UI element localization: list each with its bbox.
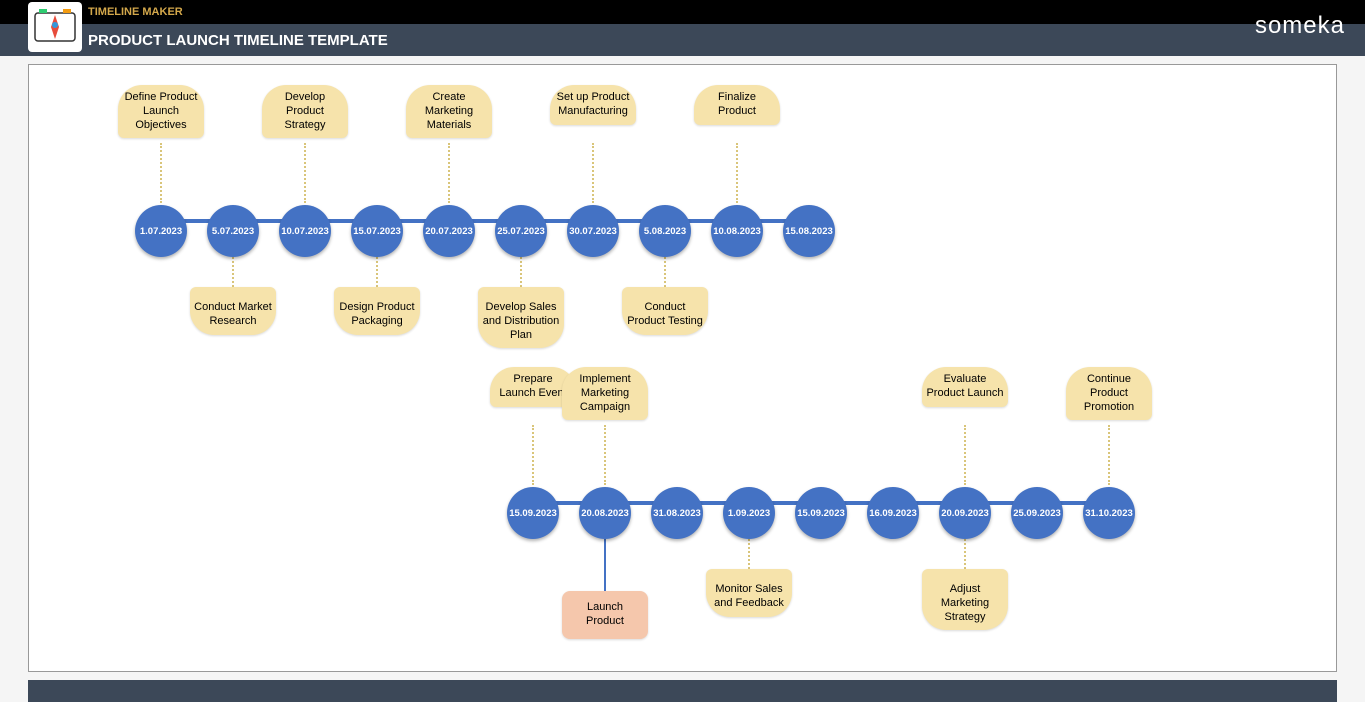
callout-bottom[interactable]: Conduct Product Testing [622,287,708,335]
footer-bar [28,680,1337,702]
timeline-node[interactable]: 31.08.2023 [651,487,703,539]
callout-launch[interactable]: Launch Product [562,591,648,639]
timeline-node[interactable]: 30.07.2023 [567,205,619,257]
callout-bottom[interactable]: Develop Sales and Distribution Plan [478,287,564,348]
callout-stem [592,143,594,203]
timeline-node[interactable]: 1.07.2023 [135,205,187,257]
timeline-node[interactable]: 20.08.2023 [579,487,631,539]
callout-stem [232,257,234,287]
callout-stem [376,257,378,287]
timeline-node[interactable]: 15.07.2023 [351,205,403,257]
timeline-node[interactable]: 31.10.2023 [1083,487,1135,539]
timeline-node[interactable]: 10.08.2023 [711,205,763,257]
header-top: TIMELINE MAKER someka [0,0,1365,24]
timeline-node[interactable]: 5.07.2023 [207,205,259,257]
callout-top[interactable]: Set up Product Manufacturing [550,85,636,125]
callout-top[interactable]: Evaluate Product Launch [922,367,1008,407]
callout-top[interactable]: Develop Product Strategy [262,85,348,138]
timeline-node[interactable]: 5.08.2023 [639,205,691,257]
timeline-node[interactable]: 25.07.2023 [495,205,547,257]
header-sub: PRODUCT LAUNCH TIMELINE TEMPLATE [0,24,1365,56]
callout-stem [304,143,306,203]
header-subtitle: PRODUCT LAUNCH TIMELINE TEMPLATE [88,32,388,49]
timeline-node[interactable]: 15.09.2023 [795,487,847,539]
timeline-node[interactable]: 15.09.2023 [507,487,559,539]
callout-stem [664,257,666,287]
launch-stem [604,539,606,591]
header-title: TIMELINE MAKER [88,6,183,18]
callout-stem [1108,425,1110,485]
callout-stem [736,143,738,203]
callout-stem [604,425,606,485]
callout-top[interactable]: Create Marketing Materials [406,85,492,138]
app-logo-icon [28,2,82,52]
callout-bottom[interactable]: Design Product Packaging [334,287,420,335]
timeline-node[interactable]: 10.07.2023 [279,205,331,257]
timeline-node[interactable]: 16.09.2023 [867,487,919,539]
timeline-node[interactable]: 25.09.2023 [1011,487,1063,539]
callout-stem [160,143,162,203]
callout-stem [748,539,750,569]
timeline-canvas: 1.07.2023 5.07.2023 10.07.2023 15.07.2023 20… [28,64,1337,672]
callout-stem [964,425,966,485]
callout-bottom[interactable]: Monitor Sales and Feedback [706,569,792,617]
callout-bottom[interactable]: Conduct Market Research [190,287,276,335]
callout-top[interactable]: Finalize Product [694,85,780,125]
callout-bottom[interactable]: Adjust Marketing Strategy [922,569,1008,630]
callout-stem [532,425,534,485]
callout-top[interactable]: Define Product Launch Objectives [118,85,204,138]
timeline-node[interactable]: 1.09.2023 [723,487,775,539]
callout-top[interactable]: Implement Marketing Campaign [562,367,648,420]
timeline-node[interactable]: 20.07.2023 [423,205,475,257]
callout-stem [448,143,450,203]
timeline-node[interactable]: 20.09.2023 [939,487,991,539]
brand-logo: someka [1255,12,1345,40]
timeline-node[interactable]: 15.08.2023 [783,205,835,257]
callout-top[interactable]: Continue Product Promotion [1066,367,1152,420]
callout-stem [520,257,522,287]
callout-stem [964,539,966,569]
